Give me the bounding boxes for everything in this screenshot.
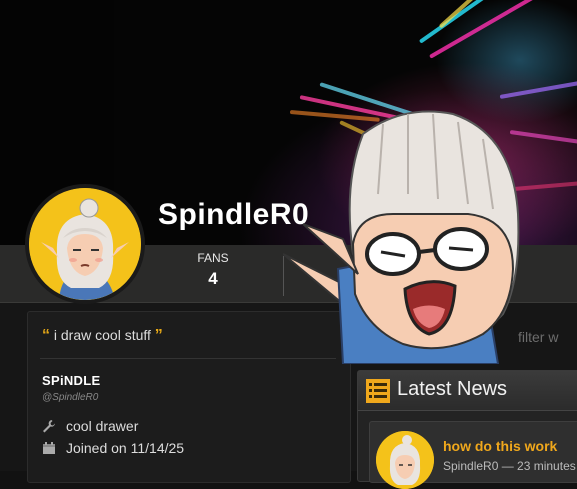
joined-row: Joined on 11/14/25 — [42, 440, 184, 456]
joined-text: Joined on 11/14/25 — [66, 440, 185, 456]
user-handle: @SpindleR0 — [42, 392, 99, 403]
bio-label: i draw cool stuff — [53, 327, 151, 343]
wrench-icon — [42, 419, 56, 433]
occupation-text: cool drawer — [66, 418, 139, 434]
calendar-icon — [42, 441, 56, 455]
bio-text: “ i draw cool stuff ” — [42, 327, 163, 345]
display-name: SPiNDLE — [42, 373, 101, 388]
profile-avatar[interactable] — [25, 184, 145, 304]
news-icon — [366, 379, 390, 403]
quote-close-icon: ” — [154, 327, 163, 344]
fans-label: FANS — [197, 251, 229, 265]
news-item-avatar — [376, 431, 434, 489]
news-title: Latest News — [397, 378, 508, 400]
quote-open-icon: “ — [42, 327, 50, 344]
news-item-title[interactable]: how do this work — [443, 438, 557, 454]
fans-count[interactable]: 4 — [195, 269, 231, 289]
shouting-character-sticker — [282, 104, 538, 365]
avatar-illustration — [29, 188, 141, 300]
occupation-row: cool drawer — [42, 418, 138, 434]
